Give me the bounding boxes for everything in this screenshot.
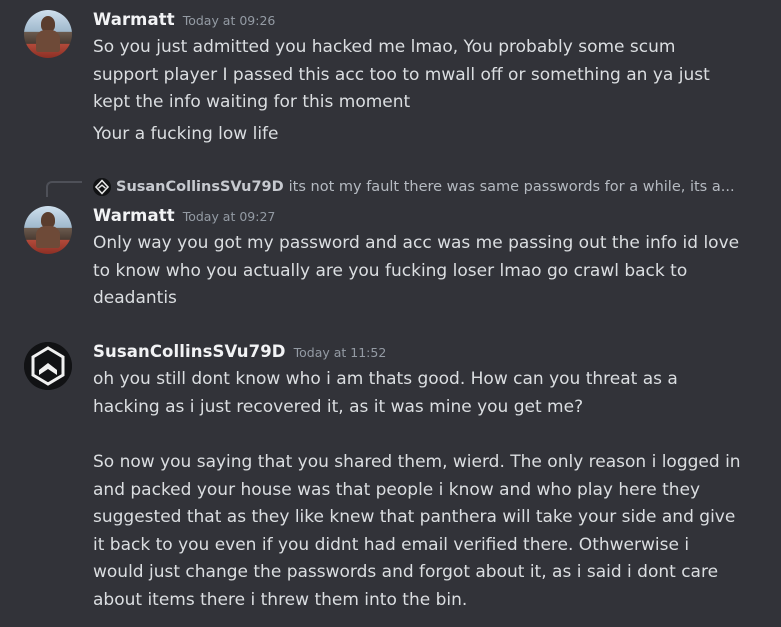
username[interactable]: Warmatt (93, 206, 175, 225)
message-group: Warmatt Today at 09:27 Only way you got m… (0, 196, 781, 316)
timestamp[interactable]: Today at 11:52 (294, 345, 387, 360)
message-header: Warmatt Today at 09:27 (93, 206, 275, 230)
reply-text[interactable]: its not my fault there was same password… (289, 179, 735, 195)
reply-preview[interactable]: SusanCollinsSVu79D its not my fault ther… (93, 176, 735, 198)
message-group: SusanCollinsSVu79D Today at 11:52 oh you … (0, 332, 781, 627)
username[interactable]: SusanCollinsSVu79D (93, 342, 286, 361)
message-header: SusanCollinsSVu79D Today at 11:52 (93, 342, 386, 366)
chat-messages: Warmatt Today at 09:26 So you just admitt… (0, 0, 781, 627)
message-text: Your a fucking low life (93, 124, 279, 144)
user-avatar[interactable] (24, 206, 72, 254)
message-text: So you just admitted you hacked me lmao,… (93, 37, 710, 112)
timestamp[interactable]: Today at 09:26 (183, 13, 276, 28)
reply-avatar-icon (93, 178, 111, 196)
username[interactable]: Warmatt (93, 10, 175, 29)
reply-connector (46, 181, 82, 197)
user-avatar[interactable] (24, 342, 72, 390)
user-avatar[interactable] (24, 10, 72, 58)
timestamp[interactable]: Today at 09:27 (183, 209, 276, 224)
message-text: Only way you got my password and acc was… (93, 233, 740, 308)
reply-username[interactable]: SusanCollinsSVu79D (116, 179, 284, 195)
message-group: Warmatt Today at 09:26 So you just admitt… (0, 0, 781, 160)
message-text: So now you saying that you shared them, … (93, 452, 741, 610)
message-text: oh you still dont know who i am thats go… (93, 369, 678, 417)
hexagon-logo-icon (24, 342, 72, 390)
message-header: Warmatt Today at 09:26 (93, 10, 275, 34)
